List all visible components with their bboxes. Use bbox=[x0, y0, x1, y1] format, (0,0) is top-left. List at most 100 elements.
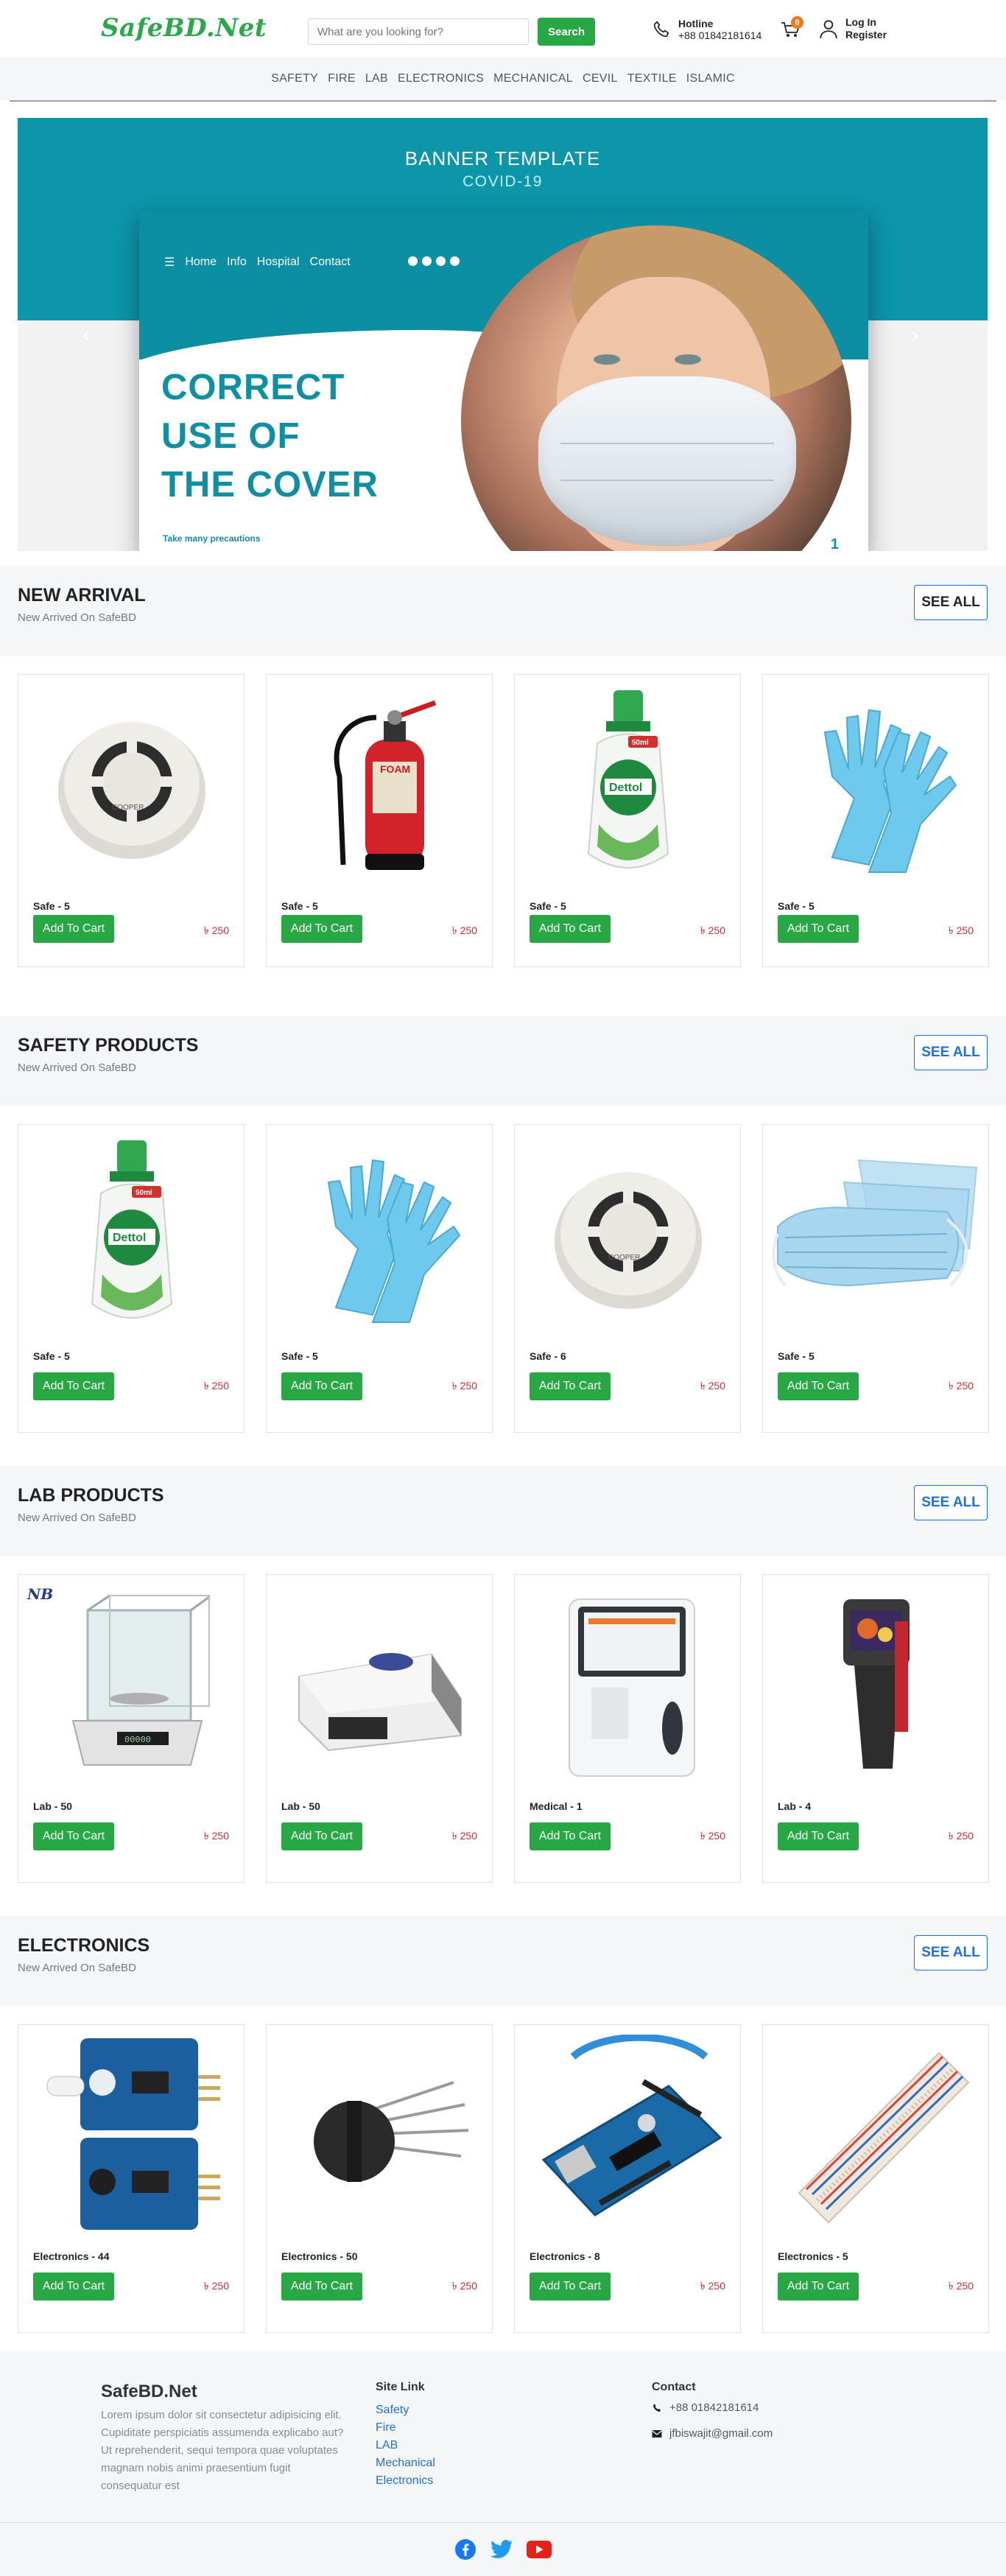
add-to-cart-button[interactable]: Add To Cart bbox=[530, 1822, 611, 1850]
add-to-cart-button[interactable]: Add To Cart bbox=[530, 2273, 611, 2300]
product-price: ৳ 250 bbox=[700, 1380, 725, 1391]
footer-link-lab[interactable]: LAB bbox=[376, 2437, 435, 2454]
product-name: Electronics - 50 bbox=[281, 2250, 358, 2262]
product-card[interactable]: Electronics - 50 Add To Cart ৳ 250 bbox=[266, 2024, 493, 2333]
nav-item-textile[interactable]: TEXTILE bbox=[627, 72, 677, 85]
facebook-icon[interactable] bbox=[454, 2538, 476, 2561]
footer-link-fire[interactable]: Fire bbox=[376, 2419, 435, 2437]
product-card[interactable]: COOPER Safe - 6 Add To Cart ৳ 250 bbox=[514, 1124, 741, 1433]
slide-menu: ☰ Home Info Hospital Contact bbox=[164, 255, 351, 270]
product-image[interactable]: COOPER bbox=[522, 1132, 734, 1338]
nav-item-electronics[interactable]: ELECTRONICS bbox=[398, 72, 484, 85]
add-to-cart-button[interactable]: Add To Cart bbox=[778, 2273, 859, 2300]
product-card[interactable]: FOAM Safe - 5 Add To Cart ৳ 250 bbox=[266, 674, 493, 967]
add-to-cart-button[interactable]: Add To Cart bbox=[281, 2273, 362, 2300]
add-to-cart-button[interactable]: Add To Cart bbox=[33, 1372, 114, 1400]
footer-link-mechanical[interactable]: Mechanical bbox=[376, 2454, 435, 2472]
product-image[interactable] bbox=[522, 2032, 734, 2239]
product-price: ৳ 250 bbox=[700, 2280, 725, 2292]
nav-item-mechanical[interactable]: MECHANICAL bbox=[493, 72, 573, 85]
hotline-number: +88 01842181614 bbox=[678, 29, 762, 41]
product-image[interactable] bbox=[770, 1582, 982, 1789]
hand-sanitizer-icon: Dettol 50ml bbox=[80, 1134, 183, 1337]
nav-item-fire[interactable]: FIRE bbox=[328, 72, 356, 85]
add-to-cart-button[interactable]: Add To Cart bbox=[530, 1372, 611, 1400]
product-name: Safe - 5 bbox=[281, 1350, 318, 1362]
product-image[interactable] bbox=[522, 1582, 734, 1789]
product-price: ৳ 250 bbox=[700, 924, 725, 936]
add-to-cart-button[interactable]: Add To Cart bbox=[33, 1822, 114, 1850]
product-card[interactable]: 00000 NB Lab - 50 Add To Cart ৳ 250 bbox=[18, 1574, 245, 1883]
product-image[interactable]: Dettol 50ml bbox=[26, 1132, 238, 1338]
footer-email: jfbiswajit@gmail.com bbox=[652, 2427, 773, 2440]
add-to-cart-button[interactable]: Add To Cart bbox=[530, 915, 611, 943]
arduino-board-icon bbox=[529, 2033, 728, 2237]
carousel-prev-icon[interactable]: ‹ bbox=[82, 324, 90, 346]
banner-slide: ☰ Home Info Hospital Contact CORRECT USE… bbox=[139, 212, 868, 551]
product-image[interactable]: COOPER bbox=[26, 682, 238, 888]
nav-item-cevil[interactable]: CEVIL bbox=[583, 72, 618, 85]
product-image[interactable] bbox=[274, 1132, 486, 1338]
section-header: NEW ARRIVAL New Arrived On SafeBD SEE ALL bbox=[0, 566, 1006, 656]
product-card[interactable]: Electronics - 8 Add To Cart ৳ 250 bbox=[514, 2024, 741, 2333]
twitter-icon[interactable] bbox=[490, 2539, 513, 2560]
svg-text:COOPER: COOPER bbox=[608, 1254, 640, 1262]
nav-item-islamic[interactable]: ISLAMIC bbox=[686, 72, 735, 85]
product-price: ৳ 250 bbox=[948, 2280, 974, 2292]
product-image[interactable]: 00000 bbox=[26, 1582, 238, 1789]
product-card[interactable]: Lab - 50 Add To Cart ৳ 250 bbox=[266, 1574, 493, 1883]
product-name: Lab - 4 bbox=[778, 1800, 812, 1812]
register-link[interactable]: Register bbox=[845, 29, 887, 41]
carousel-next-icon[interactable]: › bbox=[911, 324, 918, 346]
product-card[interactable]: Dettol 50ml Safe - 5 Add To Cart ৳ 250 bbox=[514, 674, 741, 967]
product-name: Safe - 5 bbox=[33, 900, 70, 912]
search-button[interactable]: Search bbox=[538, 18, 596, 46]
search-input[interactable] bbox=[308, 18, 529, 45]
headline-line-2: USE OF bbox=[161, 416, 300, 456]
product-card[interactable]: Safe - 5 Add To Cart ৳ 250 bbox=[266, 1124, 493, 1433]
product-card[interactable]: COOPER Safe - 5 Add To Cart ৳ 250 bbox=[18, 674, 245, 967]
see-all-button[interactable]: SEE ALL bbox=[914, 1035, 988, 1070]
add-to-cart-button[interactable]: Add To Cart bbox=[281, 1372, 362, 1400]
product-image[interactable]: FOAM bbox=[274, 682, 486, 888]
cart-button[interactable]: 0 bbox=[779, 16, 804, 41]
social-dot-icon bbox=[422, 256, 432, 266]
add-to-cart-button[interactable]: Add To Cart bbox=[33, 2273, 114, 2300]
add-to-cart-button[interactable]: Add To Cart bbox=[33, 915, 114, 943]
see-all-button[interactable]: SEE ALL bbox=[914, 1935, 988, 1970]
product-image[interactable] bbox=[770, 2032, 982, 2239]
youtube-icon[interactable] bbox=[527, 2541, 552, 2558]
nav-item-safety[interactable]: SAFETY bbox=[271, 72, 318, 85]
footer-email-text[interactable]: jfbiswajit@gmail.com bbox=[669, 2427, 773, 2440]
see-all-button[interactable]: SEE ALL bbox=[914, 585, 988, 620]
product-image[interactable] bbox=[274, 1582, 486, 1789]
add-to-cart-button[interactable]: Add To Cart bbox=[778, 915, 859, 943]
product-card[interactable]: Electronics - 44 Add To Cart ৳ 250 bbox=[18, 2024, 245, 2333]
site-logo[interactable]: SafeBD.Net bbox=[101, 13, 267, 43]
see-all-button[interactable]: SEE ALL bbox=[914, 1485, 988, 1520]
footer-link-safety[interactable]: Safety bbox=[376, 2401, 435, 2419]
product-card[interactable]: Medical - 1 Add To Cart ৳ 250 bbox=[514, 1574, 741, 1883]
section-header: ELECTRONICS New Arrived On SafeBD SEE ALL bbox=[0, 1916, 1006, 2006]
product-image[interactable]: Dettol 50ml bbox=[522, 682, 734, 888]
fire-extinguisher-icon: FOAM bbox=[306, 688, 454, 883]
add-to-cart-button[interactable]: Add To Cart bbox=[778, 1822, 859, 1850]
product-card[interactable]: Dettol 50ml Safe - 5 Add To Cart ৳ 250 bbox=[18, 1124, 245, 1433]
product-card[interactable]: Lab - 4 Add To Cart ৳ 250 bbox=[762, 1574, 989, 1883]
product-image[interactable] bbox=[274, 2032, 486, 2239]
login-link[interactable]: Log In bbox=[845, 16, 887, 29]
bridge-rectifier-icon bbox=[284, 2060, 476, 2211]
site-footer: SafeBD.Net Lorem ipsum dolor sit consect… bbox=[0, 2351, 1006, 2522]
product-card[interactable]: Electronics - 5 Add To Cart ৳ 250 bbox=[762, 2024, 989, 2333]
product-price: ৳ 250 bbox=[451, 2280, 477, 2292]
product-card[interactable]: Safe - 5 Add To Cart ৳ 250 bbox=[762, 1124, 989, 1433]
product-image[interactable] bbox=[770, 1132, 982, 1338]
add-to-cart-button[interactable]: Add To Cart bbox=[778, 1372, 859, 1400]
nav-item-lab[interactable]: LAB bbox=[365, 72, 388, 85]
product-card[interactable]: Safe - 5 Add To Cart ৳ 250 bbox=[762, 674, 989, 967]
product-image[interactable] bbox=[26, 2032, 238, 2239]
add-to-cart-button[interactable]: Add To Cart bbox=[281, 1822, 362, 1850]
footer-link-electronics[interactable]: Electronics bbox=[376, 2472, 435, 2490]
add-to-cart-button[interactable]: Add To Cart bbox=[281, 915, 362, 943]
product-image[interactable] bbox=[770, 682, 982, 888]
